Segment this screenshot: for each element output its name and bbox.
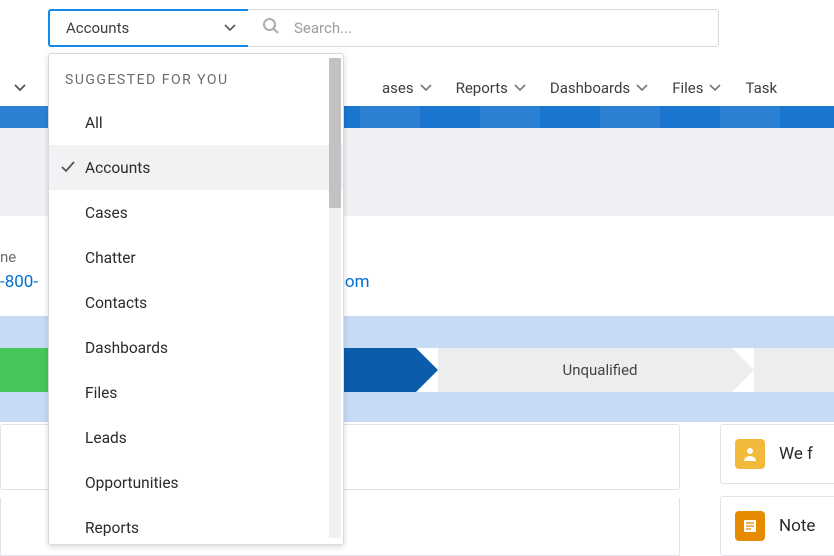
scrollbar-thumb[interactable] <box>329 58 341 208</box>
path-stage-next[interactable] <box>754 348 834 392</box>
search-scope-dropdown: SUGGESTED FOR YOU All Accounts Cases Chatte… <box>48 53 344 545</box>
chevron-down-icon <box>709 84 721 92</box>
dropdown-item-label: Opportunities <box>85 474 179 492</box>
caret-down-icon <box>224 24 236 32</box>
dropdown-item-chatter[interactable]: Chatter <box>49 235 343 280</box>
search-input[interactable] <box>294 19 718 37</box>
dropdown-item-label: Chatter <box>85 249 136 267</box>
path-stage-unqualified[interactable]: Unqualified <box>438 348 732 392</box>
phone-value[interactable]: -800- <box>0 272 38 292</box>
dropdown-list: All Accounts Cases Chatter Contacts Dashboard… <box>49 100 343 545</box>
phone-label: ne <box>0 248 16 266</box>
dropdown-scrollbar[interactable] <box>329 58 341 538</box>
dropdown-item-label: All <box>85 114 103 132</box>
nav-item-reports[interactable]: Reports <box>450 73 532 103</box>
chevron-down-icon <box>636 84 648 92</box>
assistant-card-text: We f <box>779 444 813 464</box>
nav-item-cases[interactable]: ases <box>376 73 438 103</box>
dropdown-item-label: Accounts <box>85 159 150 177</box>
dropdown-item-reports[interactable]: Reports <box>49 505 343 545</box>
chevron-down-icon <box>514 84 526 92</box>
dropdown-item-label: Contacts <box>85 294 147 312</box>
dropdown-item-label: Leads <box>85 429 127 447</box>
search-icon <box>262 17 280 39</box>
dropdown-item-accounts[interactable]: Accounts <box>49 145 343 190</box>
dropdown-item-opportunities[interactable]: Opportunities <box>49 460 343 505</box>
global-search-bar: Accounts <box>48 9 719 47</box>
nav-overflow-caret[interactable] <box>0 83 40 93</box>
assistant-card[interactable]: We f <box>720 424 834 484</box>
search-box[interactable] <box>248 9 719 47</box>
nav-item-dashboards[interactable]: Dashboards <box>544 73 654 103</box>
notes-card-text: Note <box>779 516 815 536</box>
dropdown-item-files[interactable]: Files <box>49 370 343 415</box>
person-icon <box>735 439 765 469</box>
dropdown-section-header: SUGGESTED FOR YOU <box>49 54 343 100</box>
dropdown-item-label: Cases <box>85 204 128 222</box>
nav-item-files[interactable]: Files <box>666 73 727 103</box>
dropdown-item-contacts[interactable]: Contacts <box>49 280 343 325</box>
dropdown-item-leads[interactable]: Leads <box>49 415 343 460</box>
dropdown-item-label: Files <box>85 384 117 402</box>
dropdown-item-label: Reports <box>85 519 139 537</box>
chevron-down-icon <box>420 84 432 92</box>
dropdown-item-label: Dashboards <box>85 339 168 357</box>
dropdown-item-dashboards[interactable]: Dashboards <box>49 325 343 370</box>
note-icon <box>735 511 765 541</box>
dropdown-item-cases[interactable]: Cases <box>49 190 343 235</box>
dropdown-item-all[interactable]: All <box>49 100 343 145</box>
notes-card[interactable]: Note <box>720 496 834 556</box>
search-scope-label: Accounts <box>66 19 129 37</box>
search-scope-combo[interactable]: Accounts <box>48 9 248 47</box>
nav-item-tasks[interactable]: Task <box>739 73 783 103</box>
check-icon <box>61 159 75 177</box>
